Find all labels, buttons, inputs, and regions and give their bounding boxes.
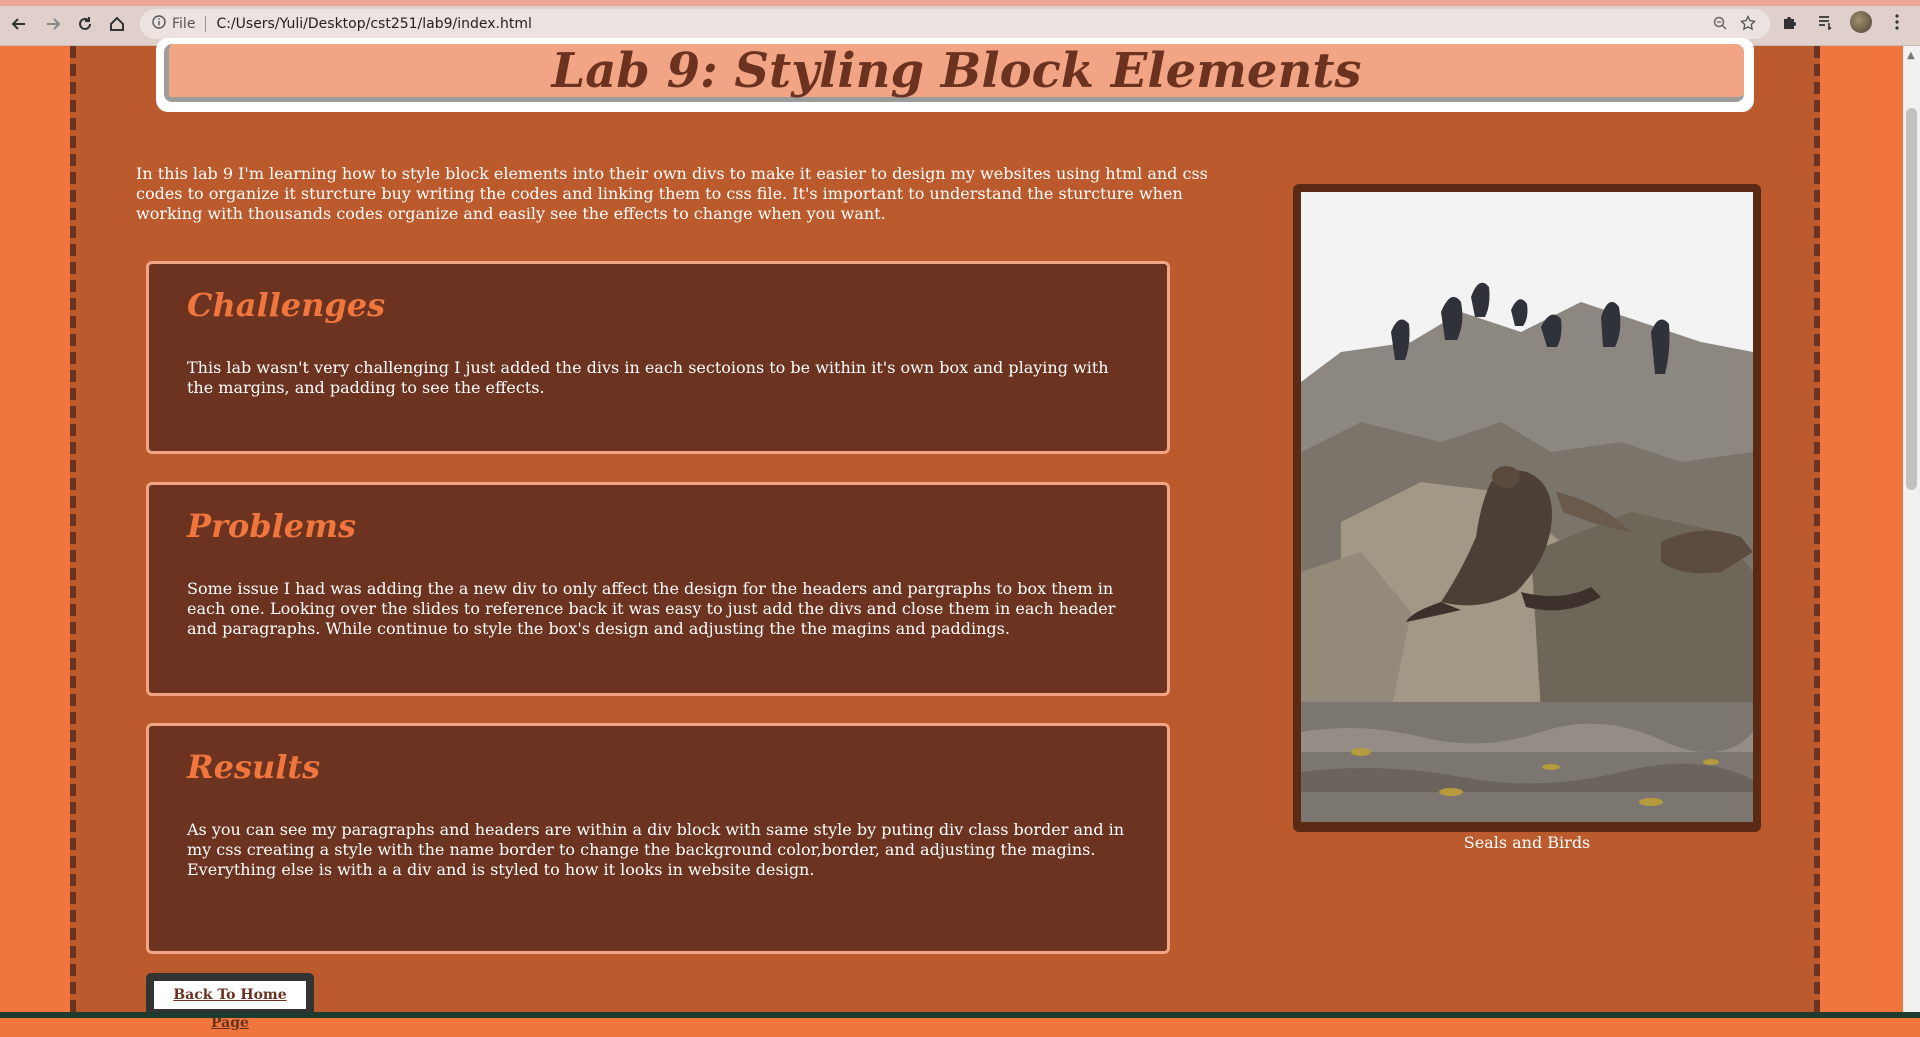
home-link-frame: Back To Home Page: [146, 973, 314, 1031]
page-title: Lab 9: Styling Block Elements: [551, 42, 1362, 99]
address-bar[interactable]: File C:/Users/Yuli/Desktop/cst251/lab9/i…: [140, 9, 1770, 39]
profile-avatar[interactable]: [1850, 11, 1872, 33]
menu-kebab-icon[interactable]: [1886, 11, 1908, 33]
section-heading: Results: [187, 748, 321, 786]
tab-strip: [0, 0, 1920, 6]
back-to-home-link[interactable]: Back To Home Page: [154, 981, 306, 1031]
divider: [205, 16, 207, 32]
scrollbar-thumb[interactable]: [1906, 108, 1917, 490]
scheme-label: File: [172, 16, 196, 32]
image-caption: Seals and Birds: [1463, 833, 1591, 852]
extensions-puzzle-icon[interactable]: [1778, 11, 1800, 33]
reload-icon[interactable]: [72, 11, 98, 37]
os-taskbar: [0, 1012, 1920, 1018]
title-banner: Lab 9: Styling Block Elements: [156, 38, 1754, 112]
back-icon[interactable]: [6, 11, 32, 37]
reading-list-icon[interactable]: [1814, 11, 1836, 33]
scroll-up-arrow-icon[interactable]: ▲: [1907, 50, 1915, 61]
zoom-icon[interactable]: [1712, 15, 1728, 35]
url-text[interactable]: C:/Users/Yuli/Desktop/cst251/lab9/index.…: [216, 16, 531, 32]
section-text: This lab wasn't very challenging I just …: [187, 358, 1109, 397]
bookmark-star-icon[interactable]: [1739, 14, 1757, 35]
title-inner: Lab 9: Styling Block Elements: [164, 42, 1744, 102]
seals-and-birds-photo: [1301, 192, 1753, 822]
intro-paragraph: In this lab 9 I'm learning how to style …: [136, 164, 1208, 223]
page-container: Lab 9: Styling Block Elements In this la…: [70, 38, 1820, 1031]
section-text: As you can see my paragraphs and headers…: [187, 820, 1125, 879]
challenges-section: Challenges This lab wasn't very challeng…: [146, 261, 1170, 454]
results-section: Results As you can see my paragraphs and…: [146, 723, 1170, 954]
home-icon[interactable]: [104, 11, 130, 37]
vertical-scrollbar[interactable]: ▲: [1903, 46, 1920, 1012]
section-text: Some issue I had was adding the a new di…: [187, 579, 1116, 638]
forward-icon[interactable]: [40, 11, 66, 37]
problems-section: Problems Some issue I had was adding the…: [146, 482, 1170, 696]
section-heading: Challenges: [187, 286, 386, 324]
section-heading: Problems: [187, 507, 357, 545]
photo-frame: [1293, 184, 1761, 832]
info-icon[interactable]: [152, 15, 166, 33]
